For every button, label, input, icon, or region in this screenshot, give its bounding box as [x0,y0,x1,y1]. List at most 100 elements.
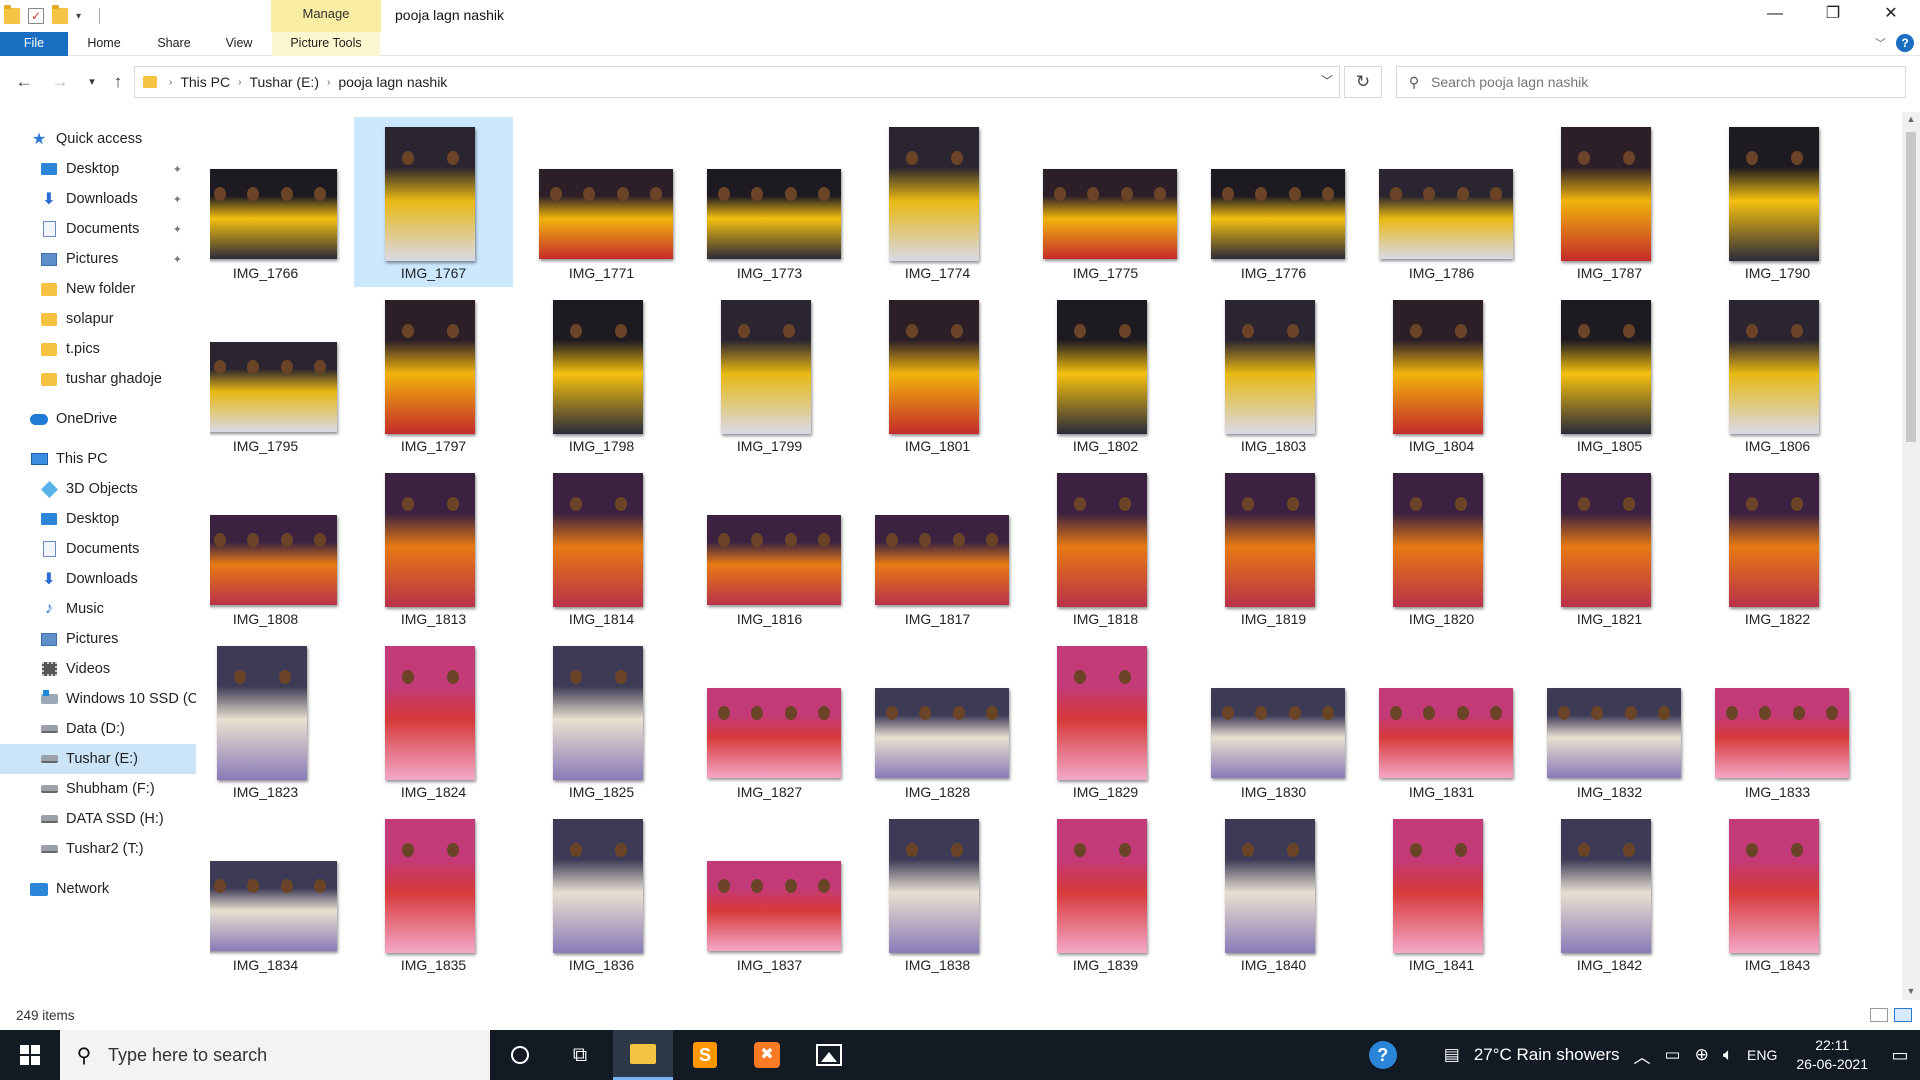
file-tile[interactable]: IMG_1767 [354,117,513,287]
file-tile[interactable]: IMG_1832 [1530,636,1689,806]
minimize-button[interactable]: — [1746,0,1804,30]
recent-locations-icon[interactable]: ▾ [80,70,104,94]
address-bar[interactable]: › This PC › Tushar (E:) › pooja lagn nas… [134,66,1340,98]
file-tile[interactable]: IMG_1831 [1362,636,1521,806]
properties-icon[interactable]: ✓ [28,8,44,24]
file-tile[interactable]: IMG_1801 [858,290,1017,460]
file-tile[interactable]: IMG_1799 [690,290,849,460]
customize-toolbar-icon[interactable]: ▾ [76,11,81,22]
file-tile[interactable]: IMG_1771 [522,117,681,287]
chevron-right-icon[interactable]: › [325,77,332,88]
file-tile[interactable]: IMG_1825 [522,636,681,806]
nav-item-drive-h[interactable]: DATA SSD (H:) [0,804,196,834]
nav-item-videos[interactable]: Videos [0,654,196,684]
file-tile[interactable]: IMG_1839 [1026,809,1185,979]
file-tile[interactable]: IMG_1818 [1026,463,1185,633]
nav-quick-access[interactable]: ★ Quick access [0,124,196,154]
file-tile[interactable]: IMG_1786 [1362,117,1521,287]
file-tile[interactable]: IMG_1821 [1530,463,1689,633]
help-icon[interactable]: ? [1896,34,1914,52]
battery-icon[interactable]: ▭ [1665,1045,1681,1065]
chevron-down-icon[interactable]: ﹀ [1321,72,1333,89]
nav-item-pc-pictures[interactable]: Pictures [0,624,196,654]
file-tile[interactable]: IMG_1797 [354,290,513,460]
search-box[interactable]: ⚲ [1396,66,1906,98]
file-tile[interactable]: IMG_1833 [1698,636,1857,806]
chevron-right-icon[interactable]: › [167,77,174,88]
forward-arrow-icon[interactable]: → [48,70,72,94]
help-icon[interactable]: ? [1368,1041,1397,1069]
nav-item-pictures[interactable]: Pictures ✦ [0,244,196,274]
details-view-icon[interactable] [1870,1008,1888,1022]
chevron-right-icon[interactable]: › [236,77,243,88]
file-tile[interactable]: IMG_1822 [1698,463,1857,633]
search-input[interactable] [1431,74,1871,90]
file-tile[interactable]: IMG_1820 [1362,463,1521,633]
maximize-button[interactable]: ❐ [1804,0,1862,30]
nav-item-documents[interactable]: Documents ✦ [0,214,196,244]
file-tile[interactable]: IMG_1842 [1530,809,1689,979]
file-tile[interactable]: IMG_1834 [210,809,345,979]
file-tile[interactable]: IMG_1838 [858,809,1017,979]
start-button[interactable] [0,1030,60,1080]
file-tile[interactable]: IMG_1835 [354,809,513,979]
file-tile[interactable]: IMG_1843 [1698,809,1857,979]
xampp-taskbar-button[interactable]: ✖ [737,1030,797,1080]
nav-item-pc-downloads[interactable]: ⬇ Downloads [0,564,196,594]
file-tile[interactable]: IMG_1828 [858,636,1017,806]
file-tile[interactable]: IMG_1805 [1530,290,1689,460]
chevron-up-icon[interactable]: ︿ [1634,1043,1651,1068]
file-tile[interactable]: IMG_1775 [1026,117,1185,287]
nav-item-downloads[interactable]: ⬇ Downloads ✦ [0,184,196,214]
file-tile[interactable]: IMG_1816 [690,463,849,633]
manage-contextual-tab[interactable]: Manage [271,0,381,32]
file-tile[interactable]: IMG_1766 [210,117,345,287]
task-view-button[interactable]: ⧉ [550,1030,610,1080]
photos-taskbar-button[interactable] [799,1030,859,1080]
file-tile[interactable]: IMG_1808 [210,463,345,633]
tab-picture-tools[interactable]: Picture Tools [272,32,380,56]
file-tile[interactable]: IMG_1819 [1194,463,1353,633]
nav-item-drive-c[interactable]: Windows 10 SSD (C [0,684,196,714]
nav-item-drive-d[interactable]: Data (D:) [0,714,196,744]
sublime-text-taskbar-button[interactable]: S [675,1030,735,1080]
nav-item-pc-documents[interactable]: Documents [0,534,196,564]
nav-item-3d-objects[interactable]: 3D Objects [0,474,196,504]
nav-network[interactable]: Network [0,874,196,904]
up-arrow-icon[interactable]: ↑ [106,70,130,94]
scroll-up-icon[interactable]: ▲ [1902,114,1920,124]
scroll-down-icon[interactable]: ▼ [1902,986,1920,996]
file-explorer-taskbar-button[interactable] [613,1030,673,1080]
file-tile[interactable]: IMG_1787 [1530,117,1689,287]
file-tile[interactable]: IMG_1823 [210,636,345,806]
nav-item-desktop[interactable]: Desktop ✦ [0,154,196,184]
cortana-button[interactable] [490,1030,550,1080]
globe-network-icon[interactable]: ⊕ [1695,1045,1709,1065]
file-tile[interactable]: IMG_1837 [690,809,849,979]
scrollbar-thumb[interactable] [1906,132,1916,442]
nav-this-pc[interactable]: This PC [0,444,196,474]
file-tile[interactable]: IMG_1795 [210,290,345,460]
tab-view[interactable]: View [218,32,260,56]
clock[interactable]: 22:11 26-06-2021 [1796,1036,1868,1074]
file-tile[interactable]: IMG_1841 [1362,809,1521,979]
tab-share[interactable]: Share [150,32,198,56]
breadcrumb-drive[interactable]: Tushar (E:) [243,74,325,90]
nav-onedrive[interactable]: OneDrive [0,404,196,434]
nav-item-t-pics[interactable]: t.pics [0,334,196,364]
file-tile[interactable]: IMG_1817 [858,463,1017,633]
folder-icon[interactable] [4,5,20,24]
back-arrow-icon[interactable]: ← [12,70,36,94]
file-tile[interactable]: IMG_1790 [1698,117,1857,287]
nav-item-tushar-ghadoje[interactable]: tushar ghadoje [0,364,196,394]
speaker-icon[interactable]: 🔈︎ [1723,1045,1733,1065]
file-tile[interactable]: IMG_1773 [690,117,849,287]
file-tile[interactable]: IMG_1836 [522,809,681,979]
file-tile[interactable]: IMG_1804 [1362,290,1521,460]
file-tile[interactable]: IMG_1840 [1194,809,1353,979]
file-tile[interactable]: IMG_1814 [522,463,681,633]
nav-item-music[interactable]: ♪ Music [0,594,196,624]
expand-ribbon-icon[interactable]: ﹀ [1875,35,1886,51]
refresh-button[interactable]: ↻ [1344,66,1382,98]
tab-file[interactable]: File [0,32,68,56]
